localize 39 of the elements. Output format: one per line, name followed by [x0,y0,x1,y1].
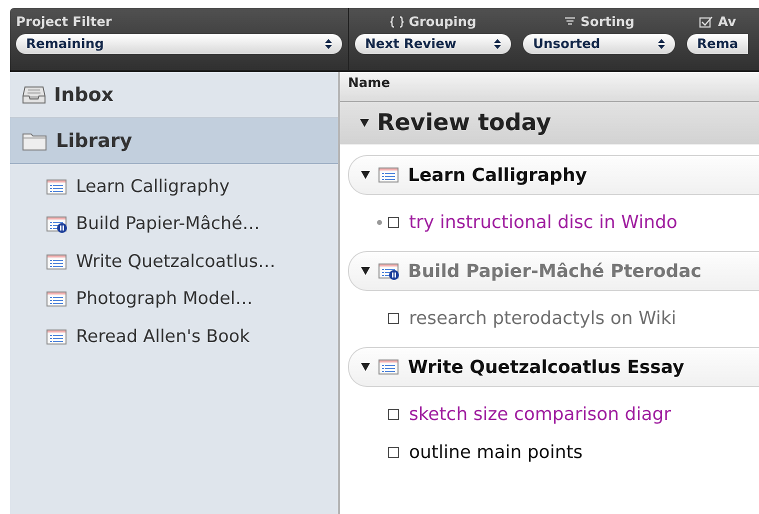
braces-icon [390,16,404,28]
column-header[interactable]: Name [340,72,759,102]
sort-lines-icon [564,17,576,27]
folder-icon [22,130,48,150]
popup-button[interactable]: Rema [687,34,748,54]
project-item[interactable]: Learn Calligraphy [10,168,338,206]
project-item[interactable]: Write Quetzalcoatlus… [10,243,338,280]
task-title: outline main points [409,442,583,462]
disclosure-triangle[interactable] [361,267,370,275]
disclosure-triangle[interactable] [361,363,370,371]
task-title: research pterodactyls on Wiki [409,308,676,328]
project-item[interactable]: Photograph Model… [10,280,338,318]
inbox-tray-icon [22,84,46,104]
checkbox[interactable] [388,216,399,228]
project-item[interactable]: Reread Allen's Book [10,318,338,356]
popup-button[interactable]: Unsorted [523,34,675,54]
project-item[interactable]: Build Papier-Mâché… [10,206,338,243]
checkbox-icon [699,16,714,28]
toolbar-label: Project Filter [16,14,112,30]
task-title: sketch size comparison diagr [409,404,672,424]
disclosure-triangle[interactable] [361,171,370,179]
project-row[interactable]: Write Quetzalcoatlus Essay [348,347,759,387]
toolbar-label: Av [718,14,736,30]
project-row[interactable]: Learn Calligraphy [348,155,759,195]
task-title: try instructional disc in Windo [409,212,678,232]
checkbox[interactable] [388,446,399,458]
disclosure-triangle[interactable] [360,119,369,127]
checkbox[interactable] [388,408,399,420]
updown-icon [494,39,501,49]
popup-button[interactable]: Next Review [355,34,511,54]
project-row[interactable]: Build Papier-Mâché Pterodac [348,251,759,291]
toolbar-label: Grouping [408,14,476,30]
updown-icon [325,39,332,49]
group-header: Review today [340,102,759,145]
popup-button[interactable]: Remaining [16,34,342,54]
updown-icon [658,39,665,49]
checkbox[interactable] [388,312,399,324]
toolbar-label: Sorting [580,14,634,30]
sidebar-item[interactable]: Library [10,118,338,164]
